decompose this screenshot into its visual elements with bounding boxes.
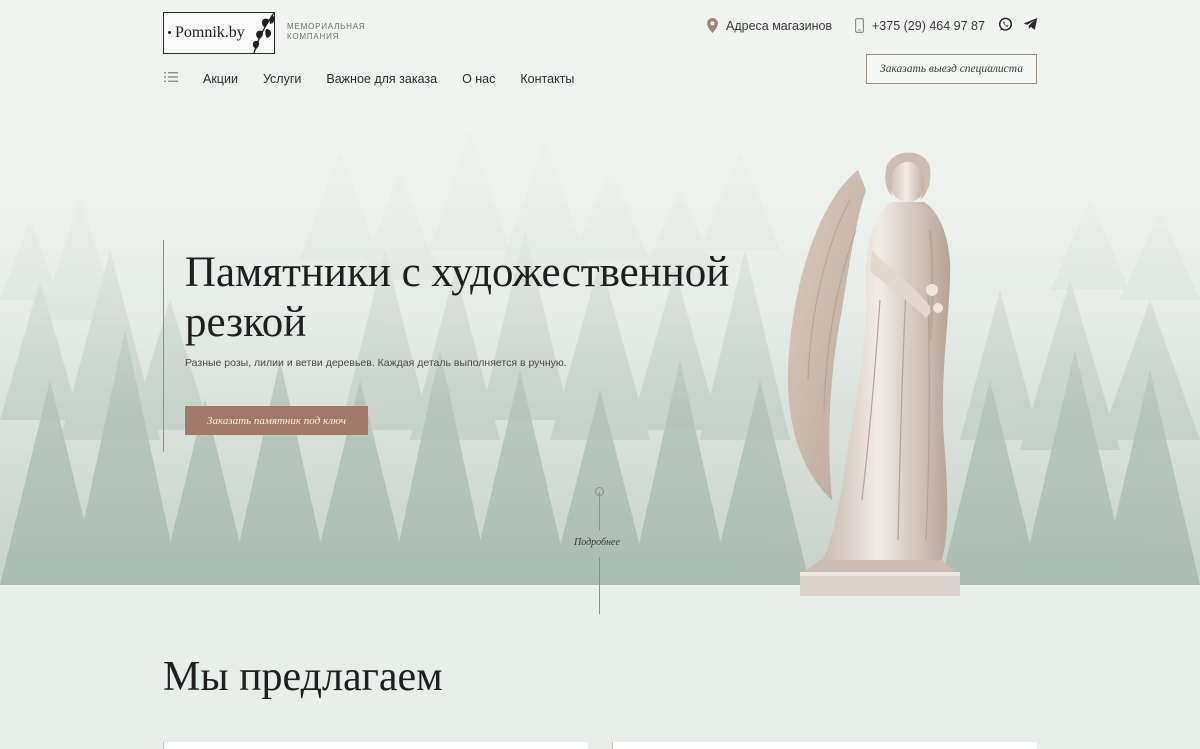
- main-nav: Акции Услуги Важное для заказа О нас Кон…: [203, 72, 599, 86]
- nav-item-promotions[interactable]: Акции: [203, 72, 238, 86]
- tagline-line-1: Мемориальная: [287, 22, 366, 31]
- map-pin-icon: [707, 18, 718, 33]
- social-links: [998, 17, 1038, 32]
- offer-card-stub-1: [163, 742, 588, 749]
- store-addresses-label: Адреса магазинов: [726, 18, 833, 33]
- nav-item-order-info[interactable]: Важное для заказа: [326, 72, 437, 86]
- menu-icon[interactable]: [164, 71, 178, 83]
- scroll-line-top: [599, 492, 600, 530]
- store-addresses-link[interactable]: Адреса магазинов: [707, 18, 832, 33]
- logo-text: Pomnik.by: [175, 24, 245, 41]
- phone-link[interactable]: +375 (29) 464 97 87: [855, 18, 985, 33]
- tagline: Мемориальная компания: [287, 22, 377, 42]
- offer-card-stub-2: [612, 742, 1037, 749]
- hero-title: Памятники с художественной резкой: [185, 249, 730, 346]
- order-specialist-button[interactable]: Заказать выезд специалиста: [866, 54, 1037, 84]
- tagline-line-2: компания: [287, 32, 340, 41]
- scroll-line-bottom: [599, 557, 600, 614]
- offer-title: Мы предлагаем: [163, 654, 443, 700]
- logo-dot: [168, 31, 171, 34]
- whatsapp-icon[interactable]: [998, 17, 1013, 32]
- phone-number: +375 (29) 464 97 87: [872, 18, 985, 33]
- order-monument-button[interactable]: Заказать памятник под ключ: [185, 406, 368, 435]
- hero-divider-line: [163, 240, 164, 452]
- phone-icon: [855, 18, 864, 33]
- nav-item-about[interactable]: О нас: [462, 72, 495, 86]
- telegram-icon[interactable]: [1023, 17, 1038, 31]
- angel-statue-image: [787, 152, 960, 596]
- logo[interactable]: Pomnik.by: [163, 12, 275, 54]
- logo-leaf-icon: [252, 12, 275, 54]
- nav-item-contacts[interactable]: Контакты: [520, 72, 574, 86]
- scroll-dot: [595, 487, 604, 496]
- hero-subtitle: Разные розы, лилии и ветви деревьев. Каж…: [185, 357, 567, 369]
- scroll-more-link[interactable]: Подробнее: [574, 537, 620, 548]
- nav-item-services[interactable]: Услуги: [263, 72, 301, 86]
